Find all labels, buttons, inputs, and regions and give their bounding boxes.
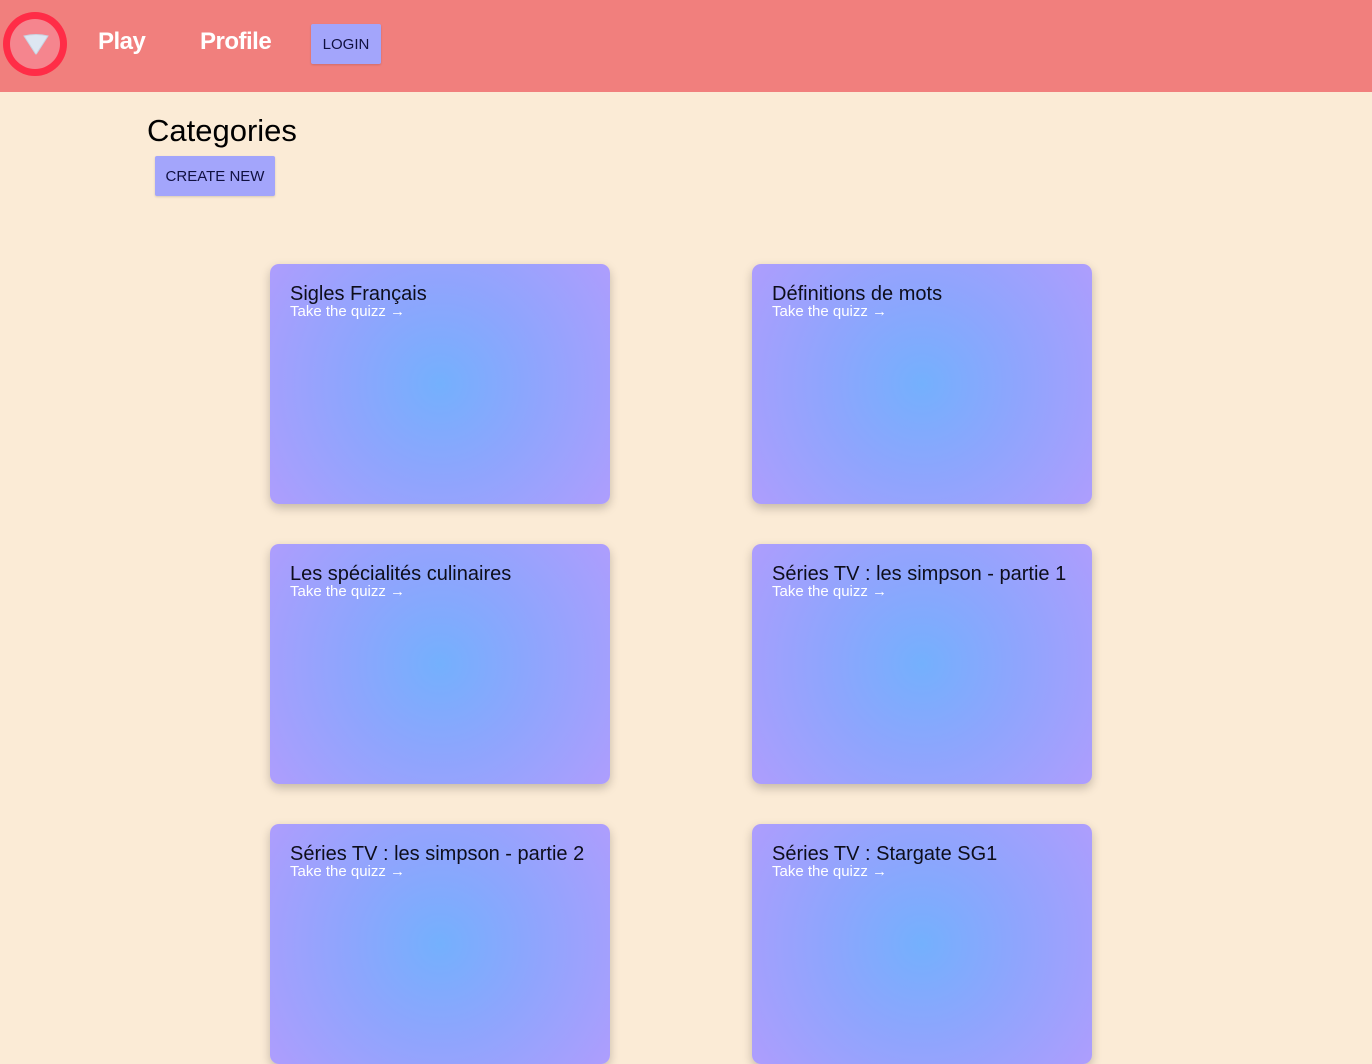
nav-play[interactable]: Play [98, 28, 146, 56]
category-card[interactable]: Séries TV : Stargate SG1 Take the quizz … [752, 824, 1092, 1064]
category-card[interactable]: Définitions de mots Take the quizz → [752, 264, 1092, 504]
navbar: Play Profile LOGIN [0, 0, 1372, 92]
take-quizz-link[interactable]: Take the quizz → [290, 303, 405, 320]
nav-profile[interactable]: Profile [200, 28, 272, 56]
take-quizz-link[interactable]: Take the quizz → [290, 863, 405, 880]
category-card[interactable]: Les spécialités culinaires Take the quiz… [270, 544, 610, 784]
category-card[interactable]: Sigles Français Take the quizz → [270, 264, 610, 504]
logo[interactable] [3, 12, 67, 76]
login-button[interactable]: LOGIN [311, 24, 381, 64]
page-title: Categories [147, 113, 297, 148]
take-quizz-link[interactable]: Take the quizz → [772, 583, 887, 600]
category-card[interactable]: Séries TV : les simpson - partie 1 Take … [752, 544, 1092, 784]
take-quizz-link[interactable]: Take the quizz → [772, 303, 887, 320]
create-new-button[interactable]: CREATE NEW [155, 156, 275, 196]
take-quizz-link[interactable]: Take the quizz → [772, 863, 887, 880]
category-card[interactable]: Séries TV : les simpson - partie 2 Take … [270, 824, 610, 1064]
logo-inner [10, 19, 60, 69]
triangle-down-icon [23, 34, 49, 55]
take-quizz-link[interactable]: Take the quizz → [290, 583, 405, 600]
